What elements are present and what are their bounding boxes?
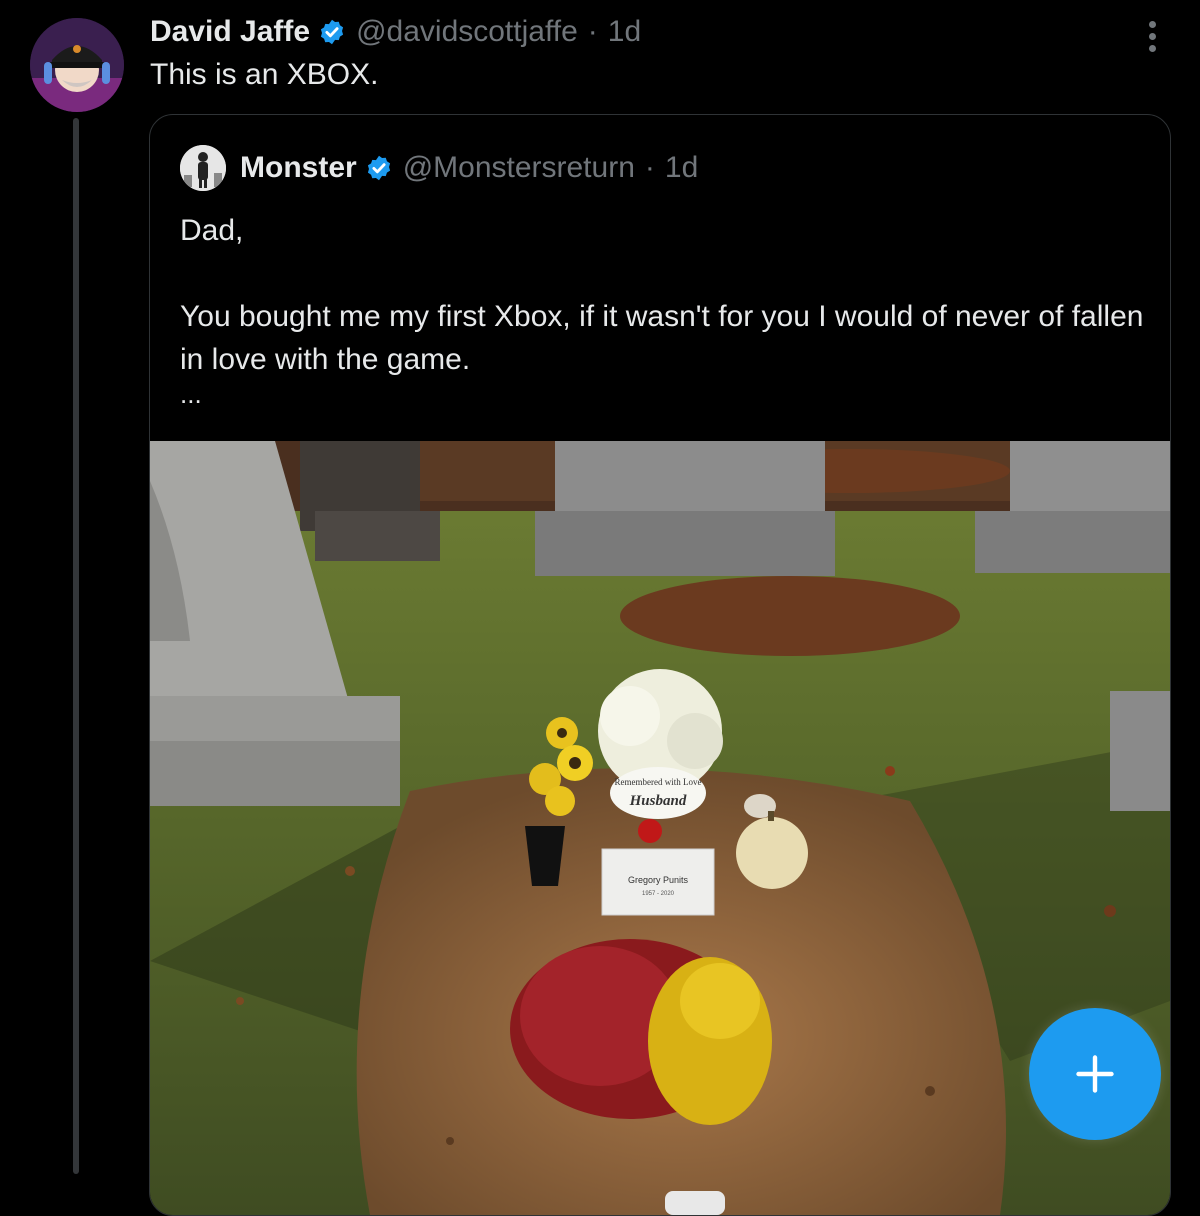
quoted-verified-badge-icon (367, 155, 390, 181)
quoted-post-time: 1d (664, 151, 699, 184)
plaque-name: Gregory Punits (628, 875, 689, 885)
plus-icon (1076, 1055, 1114, 1093)
post-text: This is an XBOX. (150, 58, 379, 91)
post-time[interactable]: 1d (608, 15, 641, 49)
quoted-post-header: Monster @Monstersreturn · 1d (240, 145, 698, 191)
card-script: Remembered with Love (615, 777, 702, 787)
quoted-header-separator: · (644, 151, 655, 184)
author-handle[interactable]: @davidscottjaffe (356, 15, 578, 49)
quoted-author-name[interactable]: Monster (240, 151, 357, 185)
thread-line (73, 118, 79, 1174)
quoted-author-avatar[interactable] (180, 145, 226, 191)
quoted-author-handle[interactable]: @Monstersreturn (403, 151, 635, 185)
card-word: Husband (629, 793, 687, 809)
more-options-icon[interactable] (1134, 16, 1170, 56)
quoted-post-photo[interactable]: Remembered with Love Husband Gregory Pun… (150, 441, 1170, 1215)
header-separator: · (587, 15, 598, 48)
verified-badge-icon (320, 19, 344, 45)
compose-button[interactable] (1029, 1008, 1161, 1140)
quoted-post-card[interactable]: Monster @Monstersreturn · 1d Dad, You bo… (149, 114, 1171, 1216)
plaque-years: 1957 - 2020 (642, 891, 675, 897)
quoted-post-text: Dad, You bought me my first Xbox, if it … (180, 209, 1150, 407)
quoted-text-ellipsis: ... (180, 379, 202, 409)
post-header: David Jaffe @davidscottjaffe · 1d (150, 12, 641, 52)
quoted-text-line-1: Dad, (180, 214, 244, 247)
quoted-text-line-2: You bought me my first Xbox, if it wasn'… (180, 300, 1144, 376)
author-avatar[interactable] (30, 18, 124, 112)
quoted-avatar-image (180, 145, 226, 191)
avatar-image (30, 18, 124, 112)
author-name[interactable]: David Jaffe (150, 15, 310, 49)
